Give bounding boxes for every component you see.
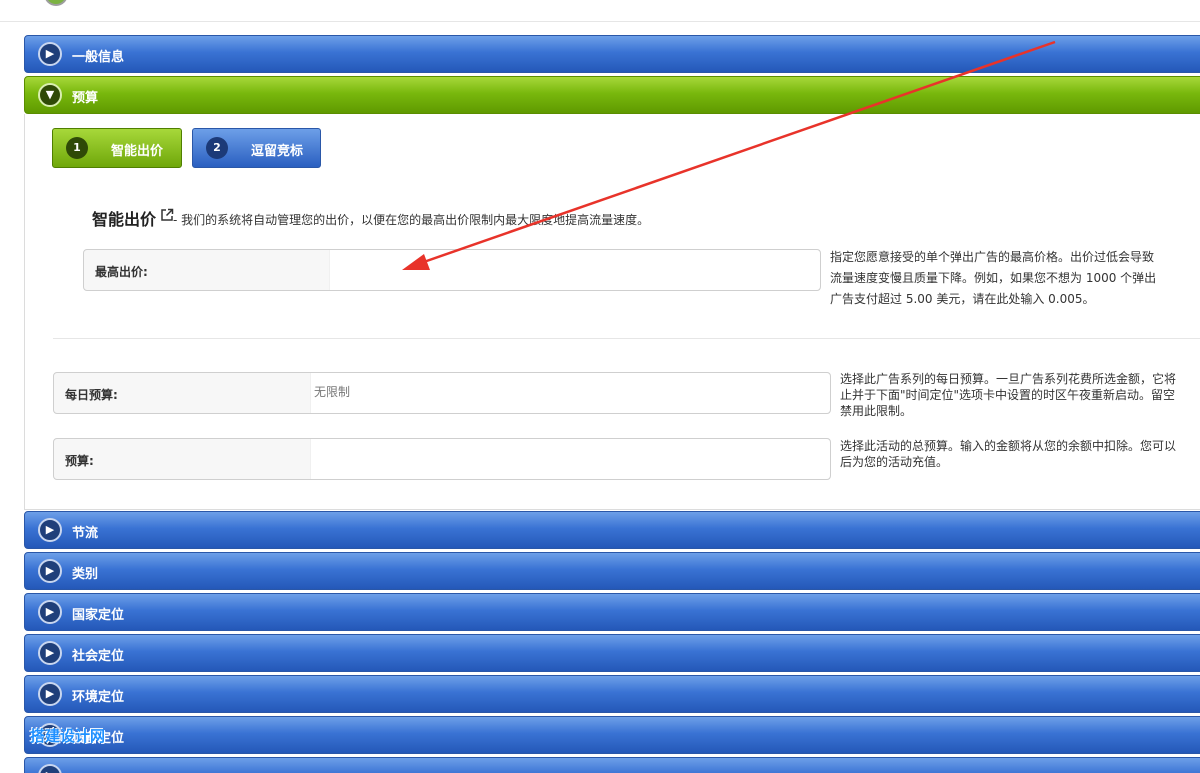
section-label: 预算 <box>72 91 99 106</box>
max-bid-input[interactable] <box>329 250 820 290</box>
total-budget-field: 预算: <box>53 438 831 480</box>
section-label: 社会定位 <box>72 649 125 664</box>
step-label: 智能出价 <box>111 144 164 159</box>
expand-arrow-icon: ▶ <box>38 600 62 624</box>
section-label: 一般信息 <box>72 50 125 65</box>
expand-arrow-icon: ▶ <box>38 42 62 66</box>
total-budget-label: 预算: <box>65 454 94 468</box>
section-label: 国家定位 <box>72 608 125 623</box>
total-budget-input[interactable] <box>310 439 830 479</box>
external-link-icon[interactable] <box>160 208 174 222</box>
tab-linger-bid[interactable]: 2 逗留竞标 <box>192 128 321 168</box>
tab-smart-bid[interactable]: 1 智能出价 <box>52 128 182 168</box>
section-budget[interactable]: ▼ 预算 <box>24 76 1200 114</box>
expand-arrow-icon: ▶ <box>38 559 62 583</box>
section-more[interactable]: ▶ <box>24 757 1200 773</box>
daily-budget-label: 每日预算: <box>65 388 118 402</box>
watermark: 搭建设计网 <box>30 727 106 745</box>
help-line: 止并于下面"时间定位"选项卡中设置的时区午夜重新启动。留空 <box>840 388 1176 402</box>
expand-arrow-icon: ▶ <box>38 641 62 665</box>
top-strip <box>0 0 1200 22</box>
section-environment-targeting[interactable]: ▶ 环境定位 <box>24 675 1200 713</box>
section-country-targeting[interactable]: ▶ 国家定位 <box>24 593 1200 631</box>
help-line: 选择此广告系列的每日预算。一旦广告系列花费所选金额，它将 <box>840 372 1177 386</box>
help-line: 广告支付超过 5.00 美元，请在此处输入 0.005。 <box>830 292 1095 306</box>
smart-bid-heading: 智能出价 <box>92 210 157 229</box>
expand-arrow-icon: ▶ <box>38 764 62 773</box>
help-line: 选择此活动的总预算。输入的金额将从您的余额中扣除。您可以 <box>840 439 1177 453</box>
step-number: 2 <box>206 137 228 159</box>
help-line: 流量速度变慢且质量下降。例如，如果您不想为 1000 个弹出 <box>830 271 1157 285</box>
step-number: 1 <box>66 137 88 159</box>
section-category[interactable]: ▶ 类别 <box>24 552 1200 590</box>
help-line: 指定您愿意接受的单个弹出广告的最高价格。出价过低会导致 <box>830 250 1155 264</box>
daily-budget-placeholder: 无限制 <box>314 385 351 399</box>
max-bid-help: 指定您愿意接受的单个弹出广告的最高价格。出价过低会导致 流量速度变慢且质量下降。… <box>830 247 1200 310</box>
help-line: 禁用此限制。 <box>840 404 913 418</box>
section-throttle[interactable]: ▶ 节流 <box>24 511 1200 549</box>
help-line: 后为您的活动充值。 <box>840 455 949 469</box>
daily-budget-input[interactable]: 无限制 <box>310 373 830 413</box>
section-general-info[interactable]: ▶ 一般信息 <box>24 35 1200 73</box>
step-label: 逗留竞标 <box>251 144 304 159</box>
section-label: 类别 <box>72 567 99 582</box>
section-device-targeting[interactable]: ▶ 设备定位 <box>24 716 1200 754</box>
divider <box>53 338 1200 339</box>
logo-icon <box>44 0 68 6</box>
smart-bid-description: - 我们的系统将自动管理您的出价，以便在您的最高出价限制内最大限度地提高流量速度… <box>173 213 650 227</box>
section-label: 环境定位 <box>72 690 125 705</box>
collapse-arrow-icon: ▼ <box>38 83 62 107</box>
expand-arrow-icon: ▶ <box>38 682 62 706</box>
total-budget-help: 选择此活动的总预算。输入的金额将从您的余额中扣除。您可以 后为您的活动充值。 <box>840 438 1200 470</box>
section-social-targeting[interactable]: ▶ 社会定位 <box>24 634 1200 672</box>
daily-budget-help: 选择此广告系列的每日预算。一旦广告系列花费所选金额，它将 止并于下面"时间定位"… <box>840 371 1200 419</box>
daily-budget-field: 每日预算: 无限制 <box>53 372 831 414</box>
max-bid-label: 最高出价: <box>95 265 148 279</box>
max-bid-field: 最高出价: <box>83 249 821 291</box>
section-label: 节流 <box>72 526 99 541</box>
expand-arrow-icon: ▶ <box>38 518 62 542</box>
